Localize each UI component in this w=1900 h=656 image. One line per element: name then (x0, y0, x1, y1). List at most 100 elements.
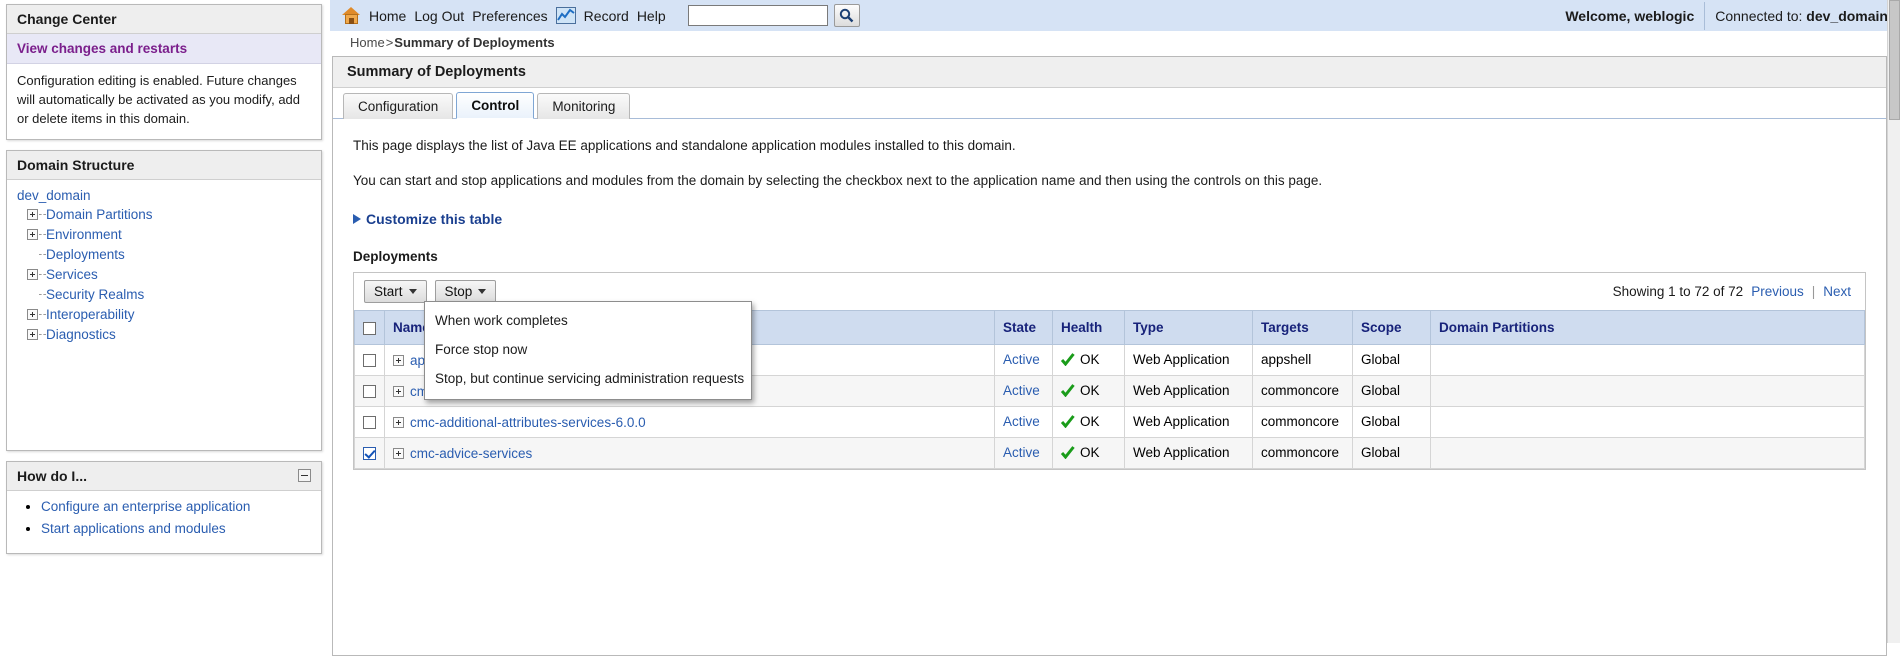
expand-plus-icon[interactable] (393, 385, 404, 397)
start-button[interactable]: Start (364, 279, 427, 303)
breadcrumb-current: Summary of Deployments (394, 35, 555, 50)
row-domain-partitions (1430, 374, 1865, 407)
search-input[interactable] (687, 5, 828, 26)
sidebar-item-security-realms[interactable]: Security Realms (17, 282, 311, 305)
select-all-checkbox[interactable] (363, 321, 376, 335)
nav-help-link[interactable]: Help (637, 8, 666, 24)
left-sidebar: Change Center View changes and restarts … (0, 0, 330, 643)
row-checkbox[interactable] (363, 416, 376, 430)
how-do-i-link-start-applications-and-modules[interactable]: Start applications and modules (41, 521, 226, 536)
health-ok-check-icon (1061, 446, 1075, 460)
how-do-i-link-configure-enterprise-application[interactable]: Configure an enterprise application (41, 499, 250, 514)
sidebar-item-deployments[interactable]: Deployments (17, 242, 311, 265)
breadcrumb-home-link[interactable]: Home (350, 35, 385, 50)
menu-item-stop-continue-servicing-admin-requests[interactable]: Stop, but continue servicing administrat… (425, 364, 751, 393)
column-scope[interactable]: Scope (1352, 309, 1431, 345)
next-page-link[interactable]: Next (1823, 284, 1851, 299)
nav-home-link[interactable]: Home (369, 8, 406, 24)
row-domain-partitions (1430, 405, 1865, 438)
row-health-label: OK (1080, 445, 1100, 461)
sidebar-item-diagnostics[interactable]: Diagnostics (17, 325, 311, 345)
sidebar-link-services[interactable]: Services (46, 267, 98, 282)
column-type[interactable]: Type (1124, 309, 1253, 345)
expand-plus-icon[interactable] (27, 269, 38, 281)
row-targets: appshell (1252, 343, 1353, 376)
table-row: cmc-additional-attributes-services-6.0.0… (354, 405, 1865, 438)
customize-this-table-link[interactable]: Customize this table (366, 211, 502, 227)
tree-root-dev-domain[interactable]: dev_domain (17, 188, 311, 203)
start-button-label: Start (374, 283, 403, 299)
row-type: Web Application (1124, 343, 1253, 376)
menu-item-force-stop-now[interactable]: Force stop now (425, 335, 751, 364)
deployment-name-link[interactable]: cmc-additional-attributes-services-6.0.0 (410, 415, 646, 430)
collapse-icon[interactable] (298, 469, 311, 483)
tree-dash (39, 314, 46, 316)
triangle-right-icon (353, 213, 361, 224)
expand-plus-icon[interactable] (393, 416, 404, 428)
sidebar-link-deployments[interactable]: Deployments (46, 247, 125, 262)
row-state: Active (994, 374, 1053, 407)
menu-item-when-work-completes[interactable]: When work completes (425, 306, 751, 335)
row-state: Active (994, 343, 1053, 376)
page-scrollbar[interactable] (1887, 0, 1900, 643)
sidebar-item-interoperability[interactable]: Interoperability (17, 302, 311, 325)
tab-monitoring[interactable]: Monitoring (537, 93, 631, 119)
row-name-cell: cmc-additional-attributes-services-6.0.0 (384, 405, 995, 438)
nav-logout-link[interactable]: Log Out (414, 8, 464, 24)
sidebar-link-interoperability[interactable]: Interoperability (46, 307, 135, 322)
change-center-header: Change Center (7, 5, 321, 34)
row-checkbox[interactable] (363, 447, 376, 460)
record-icon[interactable] (555, 7, 576, 24)
column-state[interactable]: State (994, 309, 1053, 345)
view-changes-and-restarts-link[interactable]: View changes and restarts (7, 34, 321, 64)
row-state: Active (994, 405, 1053, 438)
tree-dash (39, 234, 46, 236)
how-do-i-panel: How do I... Configure an enterprise appl… (6, 460, 322, 554)
tab-configuration[interactable]: Configuration (343, 93, 454, 119)
sidebar-item-environment[interactable]: Environment (17, 222, 311, 245)
row-type: Web Application (1124, 405, 1253, 438)
expand-plus-icon[interactable] (393, 447, 404, 459)
expand-plus-icon[interactable] (27, 309, 38, 321)
scrollbar-thumb[interactable] (1889, 0, 1900, 120)
previous-page-link[interactable]: Previous (1751, 284, 1804, 299)
expand-plus-icon[interactable] (27, 329, 38, 341)
sidebar-link-environment[interactable]: Environment (46, 227, 122, 242)
stop-dropdown-menu[interactable]: When work completes Force stop now Stop,… (424, 300, 752, 400)
column-health[interactable]: Health (1052, 309, 1125, 345)
home-icon[interactable] (342, 7, 361, 24)
row-health: OK (1052, 405, 1125, 438)
tab-control[interactable]: Control (456, 92, 535, 119)
customize-table-row[interactable]: Customize this table (353, 211, 1866, 227)
health-ok-check-icon (1061, 384, 1075, 398)
nav-preferences-link[interactable]: Preferences (472, 8, 547, 24)
column-targets[interactable]: Targets (1252, 309, 1353, 345)
breadcrumb: Home > Summary of Deployments (330, 31, 1900, 54)
search-button[interactable] (833, 4, 860, 27)
how-do-i-header: How do I... (7, 461, 321, 491)
expand-plus-icon[interactable] (393, 354, 404, 366)
page-title: Summary of Deployments (333, 57, 1886, 88)
sidebar-link-diagnostics[interactable]: Diagnostics (46, 327, 116, 342)
sidebar-item-services[interactable]: Services (17, 262, 311, 285)
connected-domain-name: dev_domain (1806, 7, 1888, 24)
row-scope: Global (1352, 436, 1431, 469)
row-health: OK (1052, 374, 1125, 407)
sidebar-item-domain-partitions[interactable]: Domain Partitions (17, 202, 311, 225)
column-domain-partitions[interactable]: Domain Partitions (1430, 309, 1865, 345)
row-checkbox[interactable] (363, 385, 376, 399)
row-health-label: OK (1080, 352, 1100, 368)
nav-record-link[interactable]: Record (584, 8, 629, 24)
search-area (687, 4, 860, 27)
main-content-panel: Summary of Deployments Configuration Con… (332, 56, 1887, 656)
deployment-name-link[interactable]: cmc-advice-services (410, 446, 532, 461)
row-checkbox[interactable] (363, 354, 376, 368)
row-checkbox-cell (354, 343, 385, 376)
expand-plus-icon[interactable] (27, 209, 38, 221)
expand-plus-icon[interactable] (27, 229, 38, 241)
row-targets: commoncore (1252, 436, 1353, 469)
column-select-all (354, 309, 385, 345)
stop-button[interactable]: Stop (434, 279, 497, 303)
sidebar-link-domain-partitions[interactable]: Domain Partitions (46, 207, 153, 222)
sidebar-link-security-realms[interactable]: Security Realms (46, 287, 144, 302)
